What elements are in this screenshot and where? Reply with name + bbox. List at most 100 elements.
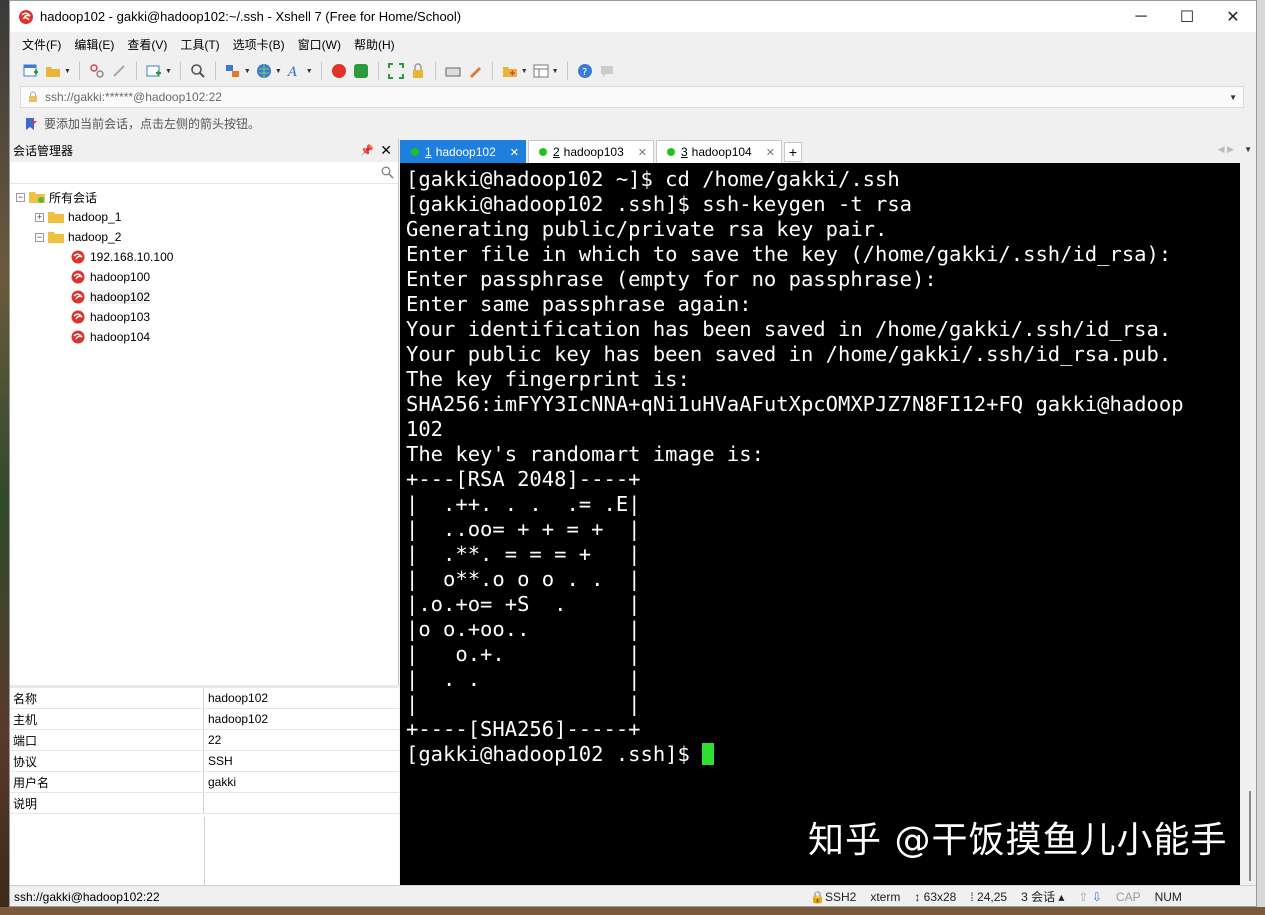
lock-icon[interactable] bbox=[409, 62, 427, 80]
status-session-count[interactable]: 3 会话 ▴ bbox=[1021, 888, 1064, 905]
folder-icon bbox=[48, 231, 64, 243]
menu-tools[interactable]: 工具(T) bbox=[180, 36, 219, 53]
tree-session-hadoop100[interactable]: hadoop100 bbox=[70, 267, 150, 287]
title-bar[interactable]: hadoop102 - gakki@hadoop102:~/.ssh - Xsh… bbox=[10, 1, 1256, 32]
terminal-line: | | bbox=[406, 692, 1240, 717]
disconnect-icon[interactable] bbox=[88, 62, 106, 80]
status-nav-arrows-icon[interactable]: ⇧ ⇩ bbox=[1078, 890, 1101, 904]
transfer-icon[interactable] bbox=[224, 62, 242, 80]
tab-label: hadoop102 bbox=[436, 145, 496, 159]
status-size-label: 63x28 bbox=[924, 890, 957, 904]
properties-icon[interactable] bbox=[145, 62, 163, 80]
terminal-line: +---[RSA 2048]----+ bbox=[406, 467, 1240, 492]
status-num-lock: NUM bbox=[1155, 890, 1182, 904]
highlight-icon[interactable] bbox=[466, 62, 484, 80]
collapse-icon[interactable]: − bbox=[16, 193, 25, 202]
session-manager-header: 会话管理器 📌 ✕ bbox=[10, 139, 398, 162]
folder-icon bbox=[48, 211, 64, 223]
search-icon[interactable] bbox=[381, 166, 394, 179]
tab-close-icon[interactable]: ✕ bbox=[510, 146, 519, 159]
terminal-scrollbar[interactable] bbox=[1240, 163, 1257, 885]
tab-scroll-arrows-icon[interactable]: ◀ ▶ bbox=[1218, 144, 1234, 155]
tree-session-label: 192.168.10.100 bbox=[90, 250, 173, 264]
collapse-icon[interactable]: − bbox=[35, 233, 44, 242]
menu-tabs[interactable]: 选项卡(B) bbox=[233, 36, 285, 53]
address-input[interactable]: ssh://gakki:******@hadoop102:22 bbox=[45, 90, 222, 104]
session-manager-panel: 会话管理器 📌 ✕ − 所有会话 + hadoop_1 bbox=[10, 139, 399, 885]
terminal-line: | .**. = = = + | bbox=[406, 542, 1240, 567]
layout-dropdown-icon[interactable]: ▼ bbox=[552, 68, 559, 75]
tab-hadoop102[interactable]: 1 hadoop102 ✕ bbox=[400, 140, 526, 163]
bookmark-arrow-icon[interactable] bbox=[24, 117, 38, 131]
status-terminal-size: ↕ 63x28 bbox=[914, 890, 956, 904]
find-icon[interactable] bbox=[189, 62, 207, 80]
menu-file[interactable]: 文件(F) bbox=[22, 36, 61, 53]
scrollbar-thumb[interactable] bbox=[1249, 791, 1251, 881]
address-bar[interactable]: ssh://gakki:******@hadoop102:22 ▼ bbox=[20, 86, 1244, 108]
tree-folder-hadoop-1[interactable]: + hadoop_1 bbox=[35, 207, 121, 227]
terminal-line: Your public key has been saved in /home/… bbox=[406, 342, 1240, 367]
pin-icon[interactable]: 📌 bbox=[360, 144, 374, 157]
expand-icon[interactable]: + bbox=[35, 213, 44, 222]
terminal-output[interactable]: [gakki@hadoop102 ~]$ cd /home/gakki/.ssh… bbox=[400, 163, 1240, 885]
tab-menu-dropdown-icon[interactable]: ▼ bbox=[1244, 145, 1252, 154]
tab-bar: 1 hadoop102 ✕ 2 hadoop103 ✕ 3 hadoop104 … bbox=[400, 139, 1257, 163]
property-row: 说明 bbox=[10, 793, 399, 814]
terminal-line: The key fingerprint is: bbox=[406, 367, 1240, 392]
panel-close-icon[interactable]: ✕ bbox=[380, 142, 392, 159]
tree-session-192-168-10-100[interactable]: 192.168.10.100 bbox=[70, 247, 173, 267]
menu-view[interactable]: 查看(V) bbox=[127, 36, 167, 53]
toolbar-separator bbox=[136, 62, 137, 80]
session-icon bbox=[70, 289, 86, 305]
layout-icon[interactable] bbox=[532, 62, 550, 80]
tab-close-icon[interactable]: ✕ bbox=[766, 146, 775, 159]
status-cursor-position: ⁞ 24,25 bbox=[970, 890, 1007, 904]
xftp-icon[interactable] bbox=[352, 62, 370, 80]
property-column-divider bbox=[204, 817, 205, 888]
terminal-line: Enter passphrase (empty for no passphras… bbox=[406, 267, 1240, 292]
property-key: 说明 bbox=[10, 793, 204, 813]
globe-icon[interactable] bbox=[255, 62, 273, 80]
tree-session-hadoop102[interactable]: hadoop102 bbox=[70, 287, 150, 307]
menu-window[interactable]: 窗口(W) bbox=[298, 36, 341, 53]
tab-close-icon[interactable]: ✕ bbox=[638, 146, 647, 159]
tree-root-label: 所有会话 bbox=[49, 189, 97, 206]
new-tab-button[interactable]: + bbox=[784, 142, 802, 162]
property-value: 22 bbox=[204, 730, 221, 750]
status-bar: ssh://gakki@hadoop102:22 🔒SSH2 xterm ↕ 6… bbox=[10, 885, 1257, 907]
keyboard-icon[interactable] bbox=[444, 62, 462, 80]
tree-session-hadoop104[interactable]: hadoop104 bbox=[70, 327, 150, 347]
xshell-icon[interactable] bbox=[330, 62, 348, 80]
fullscreen-icon[interactable] bbox=[387, 62, 405, 80]
font-icon[interactable]: A bbox=[286, 62, 304, 80]
globe-dropdown-icon[interactable]: ▼ bbox=[275, 68, 282, 75]
terminal-line: | ..oo= + + = + | bbox=[406, 517, 1240, 542]
minimize-button[interactable]: ─ bbox=[1118, 1, 1164, 32]
tree-session-hadoop103[interactable]: hadoop103 bbox=[70, 307, 150, 327]
close-window-button[interactable]: ✕ bbox=[1210, 1, 1256, 32]
tab-hadoop104[interactable]: 3 hadoop104 ✕ bbox=[656, 140, 782, 163]
tree-root[interactable]: − 所有会话 bbox=[16, 187, 97, 207]
chat-icon[interactable] bbox=[598, 62, 616, 80]
open-dropdown-icon[interactable]: ▼ bbox=[64, 68, 71, 75]
tree-folder-hadoop-2[interactable]: − hadoop_2 bbox=[35, 227, 121, 247]
tab-hadoop103[interactable]: 2 hadoop103 ✕ bbox=[528, 140, 654, 163]
open-folder-icon[interactable] bbox=[44, 62, 62, 80]
properties-dropdown-icon[interactable]: ▼ bbox=[165, 68, 172, 75]
property-key: 协议 bbox=[10, 751, 204, 771]
transfer-dropdown-icon[interactable]: ▼ bbox=[244, 68, 251, 75]
menu-help[interactable]: 帮助(H) bbox=[354, 36, 395, 53]
maximize-button[interactable]: ☐ bbox=[1164, 1, 1210, 32]
session-search-input[interactable] bbox=[10, 162, 398, 184]
svg-text:?: ? bbox=[582, 67, 587, 78]
menu-edit[interactable]: 编辑(E) bbox=[74, 36, 114, 53]
add-folder-dropdown-icon[interactable]: ▼ bbox=[521, 68, 528, 75]
help-icon[interactable]: ? bbox=[576, 62, 594, 80]
font-dropdown-icon[interactable]: ▼ bbox=[306, 68, 313, 75]
folder-icon bbox=[29, 191, 45, 203]
reconnect-icon[interactable] bbox=[110, 62, 128, 80]
menu-bar: 文件(F) 编辑(E) 查看(V) 工具(T) 选项卡(B) 窗口(W) 帮助(… bbox=[10, 32, 1256, 56]
address-dropdown-icon[interactable]: ▼ bbox=[1229, 93, 1237, 102]
add-folder-icon[interactable] bbox=[501, 62, 519, 80]
new-session-icon[interactable] bbox=[22, 62, 40, 80]
